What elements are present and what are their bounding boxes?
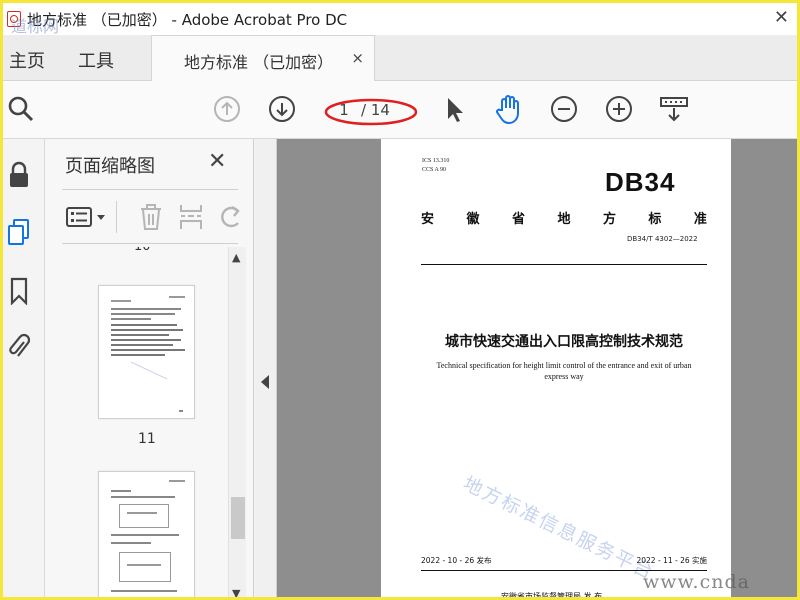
extract-page-icon bbox=[180, 205, 202, 229]
lock-icon bbox=[10, 161, 28, 187]
tab-document[interactable]: 地方标准 （已加密） × bbox=[151, 35, 375, 81]
tab-tools[interactable]: 工具 bbox=[78, 47, 114, 73]
thumbnail-options-button[interactable] bbox=[64, 201, 110, 233]
select-tool-button[interactable] bbox=[439, 93, 471, 125]
left-icon-rail bbox=[3, 139, 45, 597]
tab-bar: 主页 工具 地方标准 （已加密） × bbox=[3, 35, 797, 81]
search-icon bbox=[8, 96, 34, 122]
thumbnail-page-12[interactable] bbox=[98, 471, 195, 597]
province-standard-char: 徽 bbox=[466, 212, 480, 227]
delete-page-button[interactable] bbox=[136, 201, 166, 233]
zoom-in-icon bbox=[606, 96, 632, 122]
scroll-up-arrow-icon[interactable]: ▲ bbox=[232, 251, 240, 264]
rotate-icon bbox=[221, 206, 240, 228]
security-rail-button[interactable] bbox=[5, 159, 33, 191]
province-standard-char: 标 bbox=[648, 212, 662, 227]
scrollbar-thumb[interactable] bbox=[231, 497, 245, 539]
thumbnail-list: 10 11 bbox=[46, 247, 226, 597]
standard-number: DB34/T 4302—2022 bbox=[627, 235, 698, 243]
page-total: / 14 bbox=[361, 101, 390, 119]
scroll-down-arrow-icon[interactable]: ▼ bbox=[232, 587, 240, 597]
list-options-icon bbox=[66, 207, 105, 227]
header-rule bbox=[421, 264, 707, 265]
province-standard-char: 方 bbox=[602, 212, 616, 227]
paperclip-icon bbox=[9, 333, 30, 357]
page-number-input[interactable] bbox=[329, 98, 359, 122]
bookmark-icon bbox=[10, 277, 28, 305]
pdf-page: ICS 13.310 CCS A 90 DB34 安 徽 省 地 方 标 准 D… bbox=[381, 139, 731, 600]
zoom-in-button[interactable] bbox=[603, 93, 635, 125]
release-date: 2022 - 10 - 26 发布 bbox=[421, 556, 492, 565]
title-bar: 地方标准 （已加密） - Adobe Acrobat Pro DC ✕ bbox=[3, 3, 797, 35]
panel-close-button[interactable]: ✕ bbox=[208, 149, 226, 174]
fit-page-button[interactable] bbox=[658, 93, 690, 125]
rotate-page-button[interactable] bbox=[218, 201, 242, 233]
pages-rail-button[interactable] bbox=[5, 217, 33, 249]
implement-date: 2022 - 11 - 26 实施 bbox=[636, 556, 707, 565]
tools-divider bbox=[116, 201, 117, 233]
app-window: 地方标准 （已加密） - Adobe Acrobat Pro DC ✕ 道标网 … bbox=[0, 0, 800, 600]
standard-code: DB34 bbox=[605, 167, 676, 197]
document-tab-close-button[interactable]: × bbox=[351, 49, 364, 67]
panel-splitter[interactable] bbox=[255, 139, 277, 597]
hand-tool-button[interactable] bbox=[493, 93, 525, 125]
issuer: 安徽省市场监督管理局 发 布 bbox=[501, 592, 603, 600]
thumbnail-page-11[interactable] bbox=[98, 285, 195, 419]
ics-code-block: ICS 13.310 CCS A 90 bbox=[422, 157, 449, 175]
thumbnail-scrollbar[interactable]: ▲ ▼ bbox=[228, 247, 246, 597]
arrow-down-circle-icon bbox=[269, 96, 295, 122]
document-title-en: Technical specification for height limit… bbox=[436, 361, 692, 381]
document-title-cn: 城市快速交通出入口限高控制技术规范 bbox=[445, 334, 683, 350]
hand-icon bbox=[496, 95, 519, 125]
zoom-out-icon bbox=[551, 96, 577, 122]
page-watermark: 地方标准信息服务平台 bbox=[459, 472, 659, 585]
search-button[interactable] bbox=[5, 93, 37, 125]
fit-page-icon bbox=[660, 97, 688, 122]
province-standard-char: 地 bbox=[557, 212, 571, 227]
tab-home[interactable]: 主页 bbox=[9, 47, 45, 73]
corner-watermark: www.cnda bbox=[643, 571, 750, 593]
page-thumbnails-panel: 页面缩略图 ✕ 10 bbox=[46, 139, 254, 597]
ics-code: ICS 13.310 bbox=[422, 158, 450, 164]
trash-icon bbox=[141, 204, 161, 230]
bookmarks-rail-button[interactable] bbox=[5, 275, 33, 307]
previous-page-button[interactable] bbox=[211, 93, 243, 125]
document-view[interactable]: ICS 13.310 CCS A 90 DB34 安 徽 省 地 方 标 准 D… bbox=[255, 139, 797, 600]
province-standard-char: 省 bbox=[511, 212, 525, 227]
window-close-button[interactable]: ✕ bbox=[774, 7, 789, 28]
province-standard-heading: 安 徽 省 地 方 标 准 bbox=[421, 208, 707, 227]
ccs-code: CCS A 90 bbox=[422, 167, 447, 173]
cursor-arrow-icon bbox=[448, 98, 463, 122]
attachments-rail-button[interactable] bbox=[5, 331, 33, 363]
province-standard-char: 准 bbox=[693, 212, 707, 227]
extract-page-button[interactable] bbox=[176, 201, 206, 233]
document-right-margin bbox=[731, 139, 797, 597]
thumbnail-label-prev: 10 bbox=[134, 247, 151, 254]
panel-divider-2 bbox=[62, 243, 238, 244]
arrow-up-circle-icon bbox=[214, 96, 240, 122]
date-line: 2022 - 10 - 26 发布 2022 - 11 - 26 实施 bbox=[421, 555, 707, 566]
province-standard-char: 安 bbox=[421, 212, 435, 227]
panel-divider bbox=[62, 189, 238, 190]
panel-title: 页面缩略图 bbox=[65, 156, 155, 177]
zoom-out-button[interactable] bbox=[548, 93, 580, 125]
collapse-panel-arrow-icon[interactable] bbox=[261, 375, 269, 389]
thumbnail-label-11: 11 bbox=[138, 431, 156, 447]
next-page-button[interactable] bbox=[266, 93, 298, 125]
acrobat-app-icon bbox=[7, 11, 21, 27]
pages-icon bbox=[8, 219, 29, 245]
toolbar: / 14 bbox=[3, 81, 797, 139]
page-navigator: / 14 bbox=[329, 97, 419, 123]
window-title: 地方标准 （已加密） - Adobe Acrobat Pro DC bbox=[27, 10, 348, 29]
document-tab-label: 地方标准 （已加密） bbox=[184, 53, 334, 72]
